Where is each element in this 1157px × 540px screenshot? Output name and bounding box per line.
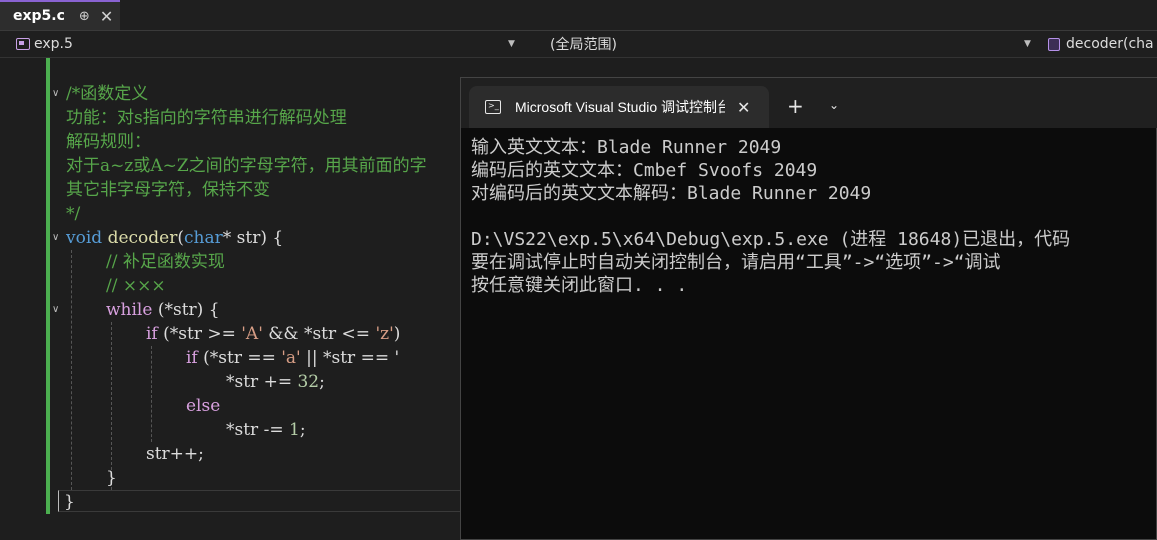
console-line: 按任意键关闭此窗口. . . (471, 275, 688, 296)
console-output: 输入英文文本：Blade Runner 2049 编码后的英文文本：Cmbef … (471, 136, 1157, 297)
indent-guide (111, 322, 112, 490)
close-icon[interactable]: ✕ (100, 7, 113, 26)
code-line: 解码规则： (66, 132, 151, 152)
console-titlebar[interactable]: >_ Microsoft Visual Studio 调试控制台 ✕ + ⌄ (461, 78, 1157, 128)
code-line: // 补足函数实现 (106, 252, 225, 272)
member-dropdown[interactable]: decoder(cha (1040, 31, 1157, 57)
code-line: str++; (146, 444, 204, 464)
project-icon (16, 38, 30, 50)
console-title: Microsoft Visual Studio 调试控制台 (515, 99, 725, 115)
code-line: 功能：对s指向的字符串进行解码处理 (66, 108, 347, 128)
code-line: if (*str >= 'A' && *str <= 'z') (146, 324, 401, 344)
tab-exp5-c[interactable]: exp5.c ⊕ ✕ (0, 0, 120, 30)
terminal-icon: >_ (485, 100, 501, 114)
function-icon (1048, 37, 1060, 51)
indent-guide (151, 346, 152, 442)
chevron-down-icon: ▼ (1024, 39, 1031, 49)
close-icon[interactable]: ✕ (737, 98, 750, 117)
chevron-down-icon[interactable]: ⌄ (829, 98, 839, 112)
member-label: decoder(cha (1066, 36, 1154, 52)
code-line: /*函数定义 (66, 84, 149, 104)
console-tab[interactable]: >_ Microsoft Visual Studio 调试控制台 ✕ (469, 86, 769, 128)
code-line: */ (66, 204, 81, 224)
change-margin (46, 58, 50, 514)
current-line-highlight (58, 490, 478, 512)
scope-dropdown[interactable]: (全局范围) ▼ (528, 31, 1040, 57)
code-line: // ××× (106, 276, 166, 296)
debug-console-window[interactable]: >_ Microsoft Visual Studio 调试控制台 ✕ + ⌄ 输… (460, 77, 1157, 540)
console-line: 要在调试停止时自动关闭控制台，请启用“工具”->“选项”->“调试 (471, 252, 1001, 273)
scope-label: (全局范围) (550, 37, 617, 53)
navigation-bar: exp.5 ▼ (全局范围) ▼ decoder(cha (0, 31, 1157, 58)
code-line: } (64, 492, 75, 512)
fold-icon[interactable]: ∨ (52, 304, 59, 315)
pin-icon[interactable]: ⊕ (79, 9, 90, 24)
code-line: *str -= 1; (226, 420, 306, 440)
code-line: 其它非字母字符，保持不变 (66, 180, 270, 200)
code-line: else (186, 396, 221, 416)
new-tab-button[interactable]: + (787, 96, 804, 116)
code-line: if (*str == 'a' || *str == ' (186, 348, 400, 368)
fold-icon[interactable]: ∨ (52, 232, 59, 243)
project-dropdown[interactable]: exp.5 ▼ (0, 31, 522, 57)
console-line: 输入英文文本：Blade Runner 2049 (471, 137, 782, 158)
code-line: } (106, 468, 117, 488)
tab-label: exp5.c (13, 8, 65, 24)
code-line: *str += 32; (226, 372, 325, 392)
console-line: 对编码后的英文文本解码：Blade Runner 2049 (471, 183, 872, 204)
indent-guide (71, 250, 72, 490)
code-line: 对于a~z或A~Z之间的字母字符，用其前面的字 (66, 156, 427, 176)
fold-icon[interactable]: ∨ (52, 88, 59, 99)
document-tab-strip: exp5.c ⊕ ✕ (0, 0, 1157, 31)
project-label: exp.5 (34, 36, 73, 52)
code-line: while (*str) { (106, 300, 220, 320)
chevron-down-icon: ▼ (508, 39, 515, 49)
console-line: D:\VS22\exp.5\x64\Debug\exp.5.exe (进程 18… (471, 229, 1071, 250)
console-line: 编码后的英文文本：Cmbef Svoofs 2049 (471, 160, 818, 181)
code-line: void decoder(char* str) { (66, 228, 284, 248)
